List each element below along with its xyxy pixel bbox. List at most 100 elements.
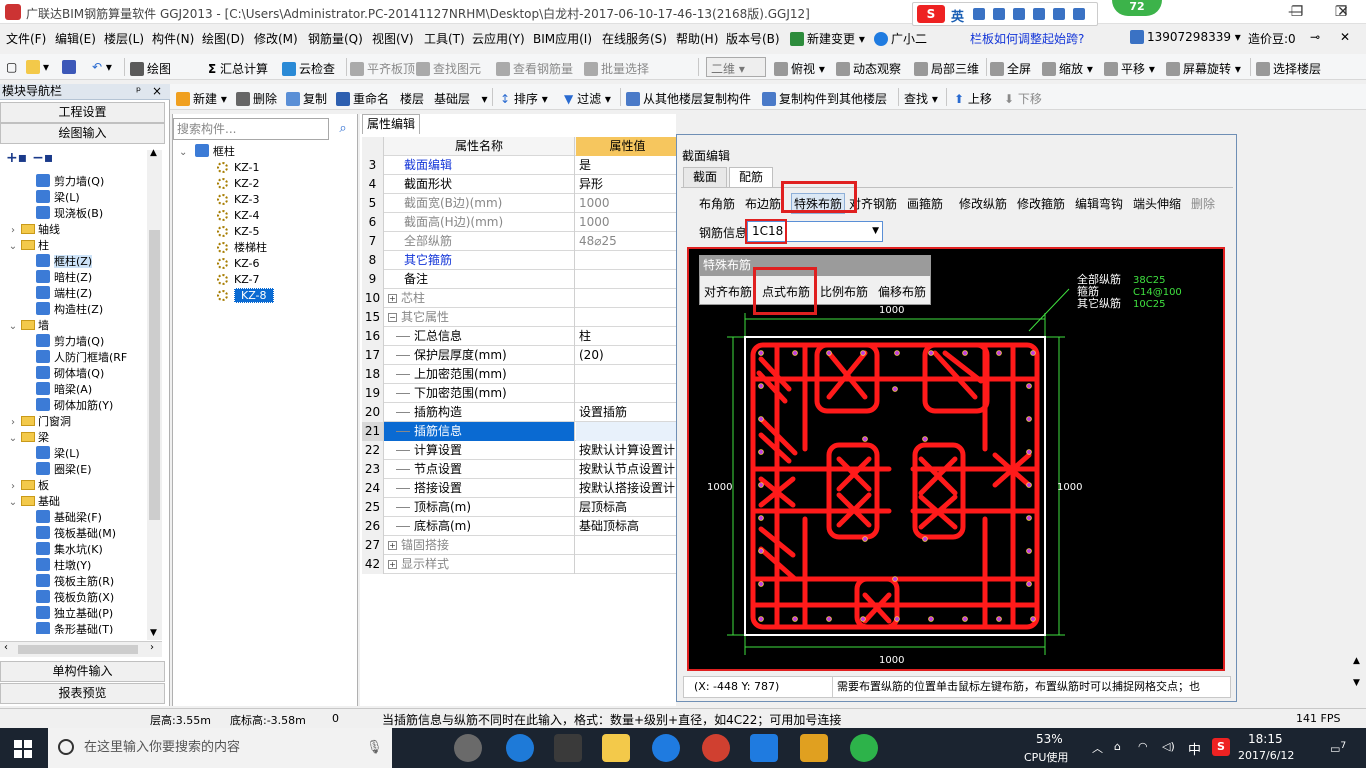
find-element-button[interactable]: 查找图元 xyxy=(416,60,481,77)
property-row[interactable]: 21 插筋信息 xyxy=(362,422,676,441)
nav-tree-item[interactable]: 基础梁(F) xyxy=(18,510,102,526)
nav-tree-item[interactable]: 框柱(Z) xyxy=(18,254,93,270)
property-row[interactable]: 6 截面高(H边)(mm) 1000 xyxy=(362,213,676,232)
nav-tree-item[interactable]: › 门窗洞 xyxy=(8,414,71,430)
find-button[interactable]: 查找 ▾ xyxy=(904,90,938,107)
property-row[interactable]: 5 截面宽(B边)(mm) 1000 xyxy=(362,194,676,213)
close-doc-icon[interactable]: ✕ xyxy=(1340,30,1350,44)
tree-root-framecol[interactable]: ⌄ 框柱 xyxy=(179,144,235,160)
nav-tree-item[interactable]: 现浇板(B) xyxy=(18,206,103,222)
property-row[interactable]: 27 + 锚固搭接 xyxy=(362,536,676,555)
pin-icon[interactable]: ᵖ xyxy=(136,84,141,99)
nav-tree-item[interactable]: 集水坑(K) xyxy=(18,542,103,558)
property-row[interactable]: 42 + 显示样式 xyxy=(362,555,676,574)
align-place-button[interactable]: 对齐布筋 xyxy=(704,283,752,300)
nav-tree-item[interactable]: ⌄ 梁 xyxy=(8,430,49,446)
draw-button[interactable]: 绘图 xyxy=(130,60,171,77)
ime-punct-icon[interactable] xyxy=(973,8,985,20)
nav-tree-item[interactable]: 条形基础(T) xyxy=(18,622,113,634)
expand-box-icon[interactable]: + xyxy=(388,560,397,569)
view-rebar-qty-button[interactable]: 查看钢筋量 xyxy=(496,60,573,77)
menu-draw[interactable]: 绘图(D) xyxy=(202,30,245,47)
property-row[interactable]: 16 汇总信息柱 xyxy=(362,327,676,346)
nav-tree-item[interactable]: ⌄ 基础 xyxy=(8,494,60,510)
close-window-button[interactable]: ✕ xyxy=(1320,0,1366,24)
expand-box-icon[interactable]: + xyxy=(388,294,397,303)
component-item[interactable]: KZ-5 xyxy=(173,224,260,240)
nav-tree-item[interactable]: ⌄ 墙 xyxy=(8,318,49,334)
component-item[interactable]: KZ-2 xyxy=(173,176,260,192)
nav-tree-item[interactable]: 剪力墙(Q) xyxy=(18,174,104,190)
glodon-app-icon[interactable] xyxy=(750,734,778,762)
corner-rebar-button[interactable]: 布角筋 xyxy=(699,195,735,212)
store-icon[interactable] xyxy=(554,734,582,762)
menu-new-change[interactable]: 新建变更 ▾ xyxy=(790,30,865,47)
nav-tree-item[interactable]: 梁(L) xyxy=(18,446,80,462)
component-item[interactable]: 楼梯柱 xyxy=(173,240,267,256)
ime-user-icon[interactable] xyxy=(1033,8,1045,20)
menu-file[interactable]: 文件(F) xyxy=(6,30,46,47)
nav-tree-item[interactable]: › 轴线 xyxy=(8,222,60,238)
ime-keyboard-icon[interactable] xyxy=(1013,8,1025,20)
menu-floor[interactable]: 楼层(L) xyxy=(104,30,144,47)
property-row[interactable]: 18 上加密范围(mm) xyxy=(362,365,676,384)
network-icon[interactable]: ◠ xyxy=(1138,740,1148,753)
drawing-area-scrollbar[interactable]: ▲ ▼ xyxy=(1350,134,1366,702)
volume-icon[interactable]: ◁) xyxy=(1162,740,1175,753)
dropdown-icon[interactable]: ▼ xyxy=(872,222,879,241)
browser-360-icon[interactable] xyxy=(454,734,482,762)
ime-skin-icon[interactable] xyxy=(1053,8,1065,20)
menu-online[interactable]: 在线服务(S) xyxy=(602,30,667,47)
property-row[interactable]: 24 搭接设置 按默认搭接设置计 xyxy=(362,479,676,498)
menu-tools[interactable]: 工具(T) xyxy=(424,30,465,47)
nav-tree-item[interactable]: ⌄ 柱 xyxy=(8,238,49,254)
modify-long-rebar-button[interactable]: 修改纵筋 xyxy=(959,195,1007,212)
property-row[interactable]: 20 插筋构造 设置插筋 xyxy=(362,403,676,422)
glodon-g-icon[interactable] xyxy=(652,734,680,762)
nav-tree-item[interactable]: › 板 xyxy=(8,478,49,494)
nav-tree-item[interactable]: 独立基础(P) xyxy=(18,606,113,622)
notepad-icon[interactable] xyxy=(800,734,828,762)
component-item[interactable]: KZ-6 xyxy=(173,256,260,272)
nav-tree-item[interactable]: 端柱(Z) xyxy=(18,286,92,302)
tray-people-icon[interactable]: ⌂ xyxy=(1114,740,1121,753)
cloud-check-button[interactable]: 云检查 xyxy=(282,60,335,77)
modify-stirrup-button[interactable]: 修改箍筋 xyxy=(1017,195,1065,212)
tab-section[interactable]: 截面 xyxy=(683,167,727,187)
open-file-icon[interactable]: ▾ xyxy=(26,60,49,74)
taskbar-search-input[interactable]: 在这里输入你要搜索的内容 🎙 xyxy=(48,728,392,768)
new-component-button[interactable]: 新建 ▾ xyxy=(176,90,227,107)
nav-tree-item[interactable]: 筏板主筋(R) xyxy=(18,574,114,590)
copy-from-other-floor-button[interactable]: 从其他楼层复制构件 xyxy=(626,90,751,107)
sort-button[interactable]: ↕ 排序 ▾ xyxy=(500,90,548,107)
copy-component-button[interactable]: 复制 xyxy=(286,90,327,107)
nav-tree-item[interactable]: 暗梁(A) xyxy=(18,382,92,398)
expand-box-icon[interactable]: − xyxy=(388,313,397,322)
nav-tree-item[interactable]: 砌体墙(Q) xyxy=(18,366,104,382)
component-item[interactable]: KZ-3 xyxy=(173,192,260,208)
tab-rebar[interactable]: 配筋 xyxy=(729,167,773,187)
nav-tree-item[interactable]: 筏板基础(M) xyxy=(18,526,116,542)
report-preview-button[interactable]: 报表预览 xyxy=(0,683,165,704)
notification-icon[interactable]: ▭7 xyxy=(1330,740,1346,756)
sogou-icon[interactable]: S xyxy=(917,5,945,23)
rotate-screen-button[interactable]: 屏幕旋转 ▾ xyxy=(1166,60,1241,77)
view-mode-select[interactable]: 二维 ▾ xyxy=(706,57,766,77)
property-row[interactable]: 26 底标高(m) 基础顶标高 xyxy=(362,517,676,536)
new-file-icon[interactable]: ▢ xyxy=(6,60,17,74)
menu-bim[interactable]: BIM应用(I) xyxy=(533,30,592,47)
component-item[interactable]: KZ-7 xyxy=(173,272,260,288)
glodon-red-icon[interactable] xyxy=(702,734,730,762)
edit-hook-button[interactable]: 编辑弯钩 xyxy=(1075,195,1123,212)
nav-tree-item[interactable]: 剪力墙(Q) xyxy=(18,334,104,350)
expand-collapse-icons[interactable]: +▪ −▪ xyxy=(6,150,53,166)
menu-modify[interactable]: 修改(M) xyxy=(254,30,298,47)
component-item[interactable]: KZ-1 xyxy=(173,160,260,176)
nav-tree-item[interactable]: 筏板负筋(X) xyxy=(18,590,114,606)
drawing-input-button[interactable]: 绘图输入 xyxy=(0,123,165,144)
menu-edit[interactable]: 编辑(E) xyxy=(55,30,96,47)
property-row[interactable]: 19 下加密范围(mm) xyxy=(362,384,676,403)
nav-tree-item[interactable]: 圈梁(E) xyxy=(18,462,92,478)
property-row[interactable]: 9 备注 xyxy=(362,270,676,289)
windows-start-icon[interactable] xyxy=(14,740,32,758)
